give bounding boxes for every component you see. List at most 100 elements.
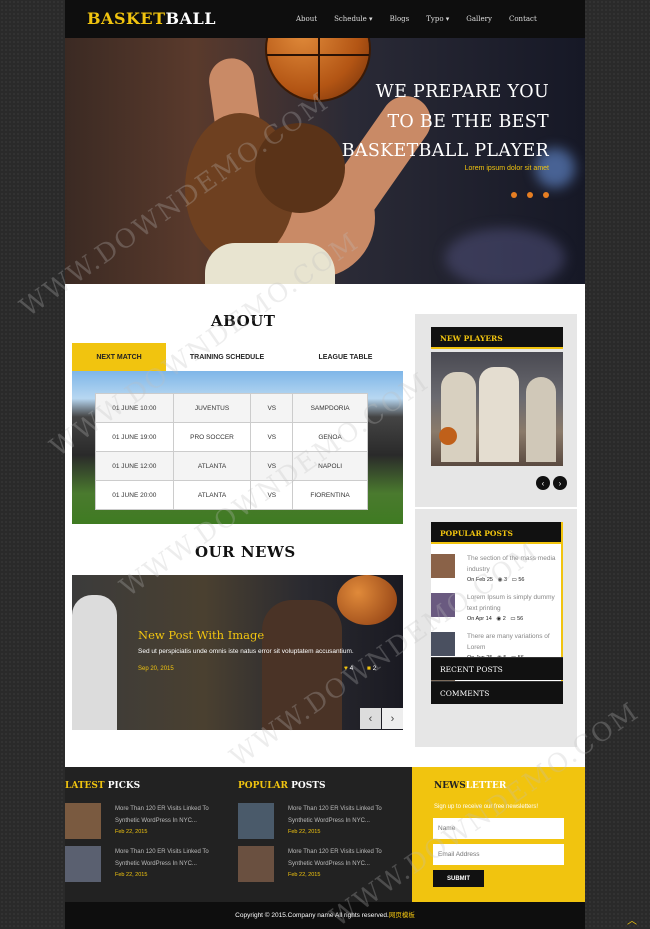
players-next-button[interactable]: › (553, 476, 567, 490)
popular-post-footer-item[interactable]: More Than 120 ER Visits Linked To Synthe… (238, 803, 398, 841)
copyright-link[interactable]: 网页模板 (389, 912, 415, 919)
pick-title[interactable]: More Than 120 ER Visits Linked To Synthe… (115, 804, 225, 827)
news-next-button[interactable]: › (382, 708, 403, 729)
likes-count: ♥ 4 (344, 665, 353, 672)
post-date: On Feb 25 (467, 577, 493, 583)
news-player-center (262, 600, 342, 730)
nav-typo[interactable]: Typo ▾ (426, 15, 449, 23)
pick-date: Feb 22, 2015 (288, 829, 321, 835)
popular-posts-footer-heading: POPULAR POSTS (238, 781, 325, 791)
copyright-bar: Copyright © 2015.Company name All rights… (65, 902, 585, 929)
pick-thumbnail[interactable] (238, 846, 274, 882)
pick-title[interactable]: More Than 120 ER Visits Linked To Synthe… (288, 847, 398, 870)
comments-button[interactable]: COMMENTS (431, 681, 563, 704)
new-players-widget: NEW PLAYERS ‹ › (415, 314, 577, 507)
pick-date: Feb 22, 2015 (288, 872, 321, 878)
about-title: ABOUT (211, 312, 276, 330)
away-team: GENOA (292, 422, 368, 452)
players-prev-button[interactable]: ‹ (536, 476, 550, 490)
post-thumbnail[interactable] (431, 593, 455, 617)
comments-value: 2 (372, 665, 377, 672)
slider-dot[interactable] (543, 192, 549, 198)
news-player-left (72, 595, 117, 730)
popular-post-item[interactable]: The section of the mass media industry On… (431, 550, 561, 589)
pick-thumbnail[interactable] (238, 803, 274, 839)
nav-about[interactable]: About (296, 15, 317, 23)
pick-date: Feb 22, 2015 (115, 872, 148, 878)
page-container: BASKETBALL About Schedule ▾ Blogs Typo ▾… (65, 0, 585, 929)
nav-gallery[interactable]: Gallery (466, 15, 492, 23)
pick-date: Feb 22, 2015 (115, 829, 148, 835)
home-team: ATLANTA (172, 480, 252, 510)
pick-title[interactable]: More Than 120 ER Visits Linked To Synthe… (288, 804, 398, 827)
news-post-text: Sed ut perspiciatis unde omnis iste natu… (138, 648, 354, 655)
pick-title[interactable]: More Than 120 ER Visits Linked To Synthe… (115, 847, 225, 870)
tab-training-schedule[interactable]: TRAINING SCHEDULE (166, 343, 288, 371)
post-title[interactable]: Lorem Ipsum is simply dummy text printin… (467, 592, 557, 614)
hero-title: WE PREPARE YOU TO BE THE BEST BASKETBALL… (342, 78, 549, 167)
post-title[interactable]: The section of the mass media industry (467, 553, 557, 575)
newsletter-box: NEWSLETTER Sign up to receive our free n… (412, 767, 585, 902)
name-field[interactable] (433, 818, 564, 839)
email-field[interactable] (433, 844, 564, 865)
newsletter-subtitle: Sign up to receive our free newsletters! (434, 804, 539, 810)
eye-icon: ◉ (497, 577, 503, 583)
popular-post-footer-item[interactable]: More Than 120 ER Visits Linked To Synthe… (238, 846, 398, 884)
home-team: PRO SOCCER (172, 422, 252, 452)
versus-label: VS (250, 422, 294, 452)
latest-pick-item[interactable]: More Than 120 ER Visits Linked To Synthe… (65, 803, 225, 841)
comment-icon: ▭ (511, 577, 517, 583)
submit-button[interactable]: SUBMIT (433, 870, 484, 887)
home-team: JUVENTUS (172, 393, 252, 423)
popular-posts-footer-heading-b: POSTS (288, 781, 326, 791)
likes-value: 4 (349, 665, 354, 672)
post-views: 2 (502, 616, 506, 622)
nav-schedule[interactable]: Schedule ▾ (334, 15, 372, 23)
match-row: 01 JUNE 12:00 ATLANTA VS NAPOLI (95, 451, 368, 481)
news-post-date: Sep 20, 2015 (138, 666, 174, 672)
back-to-top-button[interactable]: ︿ (627, 912, 643, 927)
player-jersey (205, 243, 335, 284)
tab-league-table[interactable]: LEAGUE TABLE (288, 343, 403, 371)
hero-subtitle: Lorem ipsum dolor sit amet (464, 165, 549, 172)
slider-dot[interactable] (511, 192, 517, 198)
match-row: 01 JUNE 20:00 ATLANTA VS FIORENTINA (95, 480, 368, 510)
chevron-left-icon: ‹ (541, 478, 545, 488)
post-date: On Apr 14 (467, 616, 492, 622)
news-prev-button[interactable]: ‹ (360, 708, 381, 729)
nav-contact[interactable]: Contact (509, 15, 537, 23)
eye-icon: ◉ (496, 616, 502, 622)
news-post-title[interactable]: New Post With Image (138, 628, 264, 642)
away-team: SAMPDORIA (292, 393, 368, 423)
popular-posts-footer-heading-a: POPULAR (238, 781, 289, 791)
post-thumbnail[interactable] (431, 632, 455, 656)
match-date: 01 JUNE 20:00 (95, 480, 174, 510)
match-date: 01 JUNE 12:00 (95, 451, 174, 481)
popular-post-item[interactable]: Lorem Ipsum is simply dummy text printin… (431, 589, 561, 628)
site-header: BASKETBALL About Schedule ▾ Blogs Typo ▾… (65, 0, 585, 38)
post-views: 3 (503, 577, 507, 583)
logo-part2: BALL (165, 9, 216, 28)
newsletter-heading-b: LETTER (465, 781, 507, 791)
newsletter-heading: NEWSLETTER (434, 781, 506, 791)
post-thumbnail[interactable] (431, 554, 455, 578)
post-meta: On Apr 14 ◉ 2 ▭ 56 (467, 616, 523, 622)
post-comments: 56 (517, 616, 524, 622)
match-date: 01 JUNE 19:00 (95, 422, 174, 452)
recent-posts-button[interactable]: RECENT POSTS (431, 657, 563, 680)
away-team: FIORENTINA (292, 480, 368, 510)
chevron-right-icon: › (390, 712, 395, 725)
pick-thumbnail[interactable] (65, 803, 101, 839)
slider-dot[interactable] (527, 192, 533, 198)
players-image (431, 352, 563, 466)
latest-picks-heading-a: LATEST (65, 781, 105, 791)
site-logo[interactable]: BASKETBALL (87, 9, 216, 28)
nav-blogs[interactable]: Blogs (390, 15, 410, 23)
pick-thumbnail[interactable] (65, 846, 101, 882)
logo-part1: BASKET (87, 9, 166, 28)
post-title[interactable]: There are many variations of Lorem (467, 631, 557, 653)
main-content: ABOUT NEXT MATCH TRAINING SCHEDULE LEAGU… (65, 284, 585, 767)
latest-pick-item[interactable]: More Than 120 ER Visits Linked To Synthe… (65, 846, 225, 884)
tab-next-match[interactable]: NEXT MATCH (72, 343, 166, 371)
match-table: 01 JUNE 10:00 JUVENTUS VS SAMPDORIA 01 JUNE … (95, 393, 368, 510)
